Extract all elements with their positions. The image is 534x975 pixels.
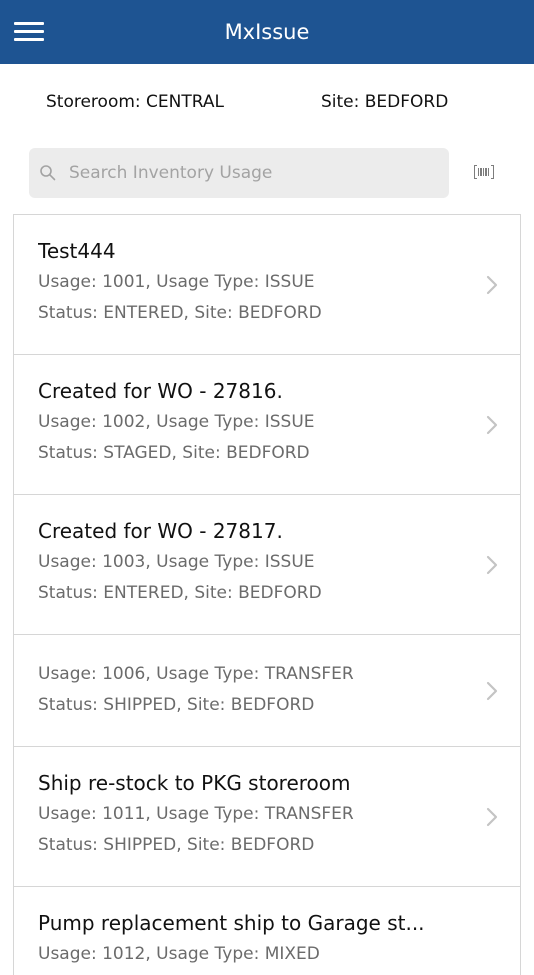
app-title: MxIssue	[224, 20, 310, 44]
item-status: Status: SHIPPED, Site: BEDFORD	[38, 695, 315, 715]
item-usage: Usage: 1003, Usage Type: ISSUE	[38, 552, 315, 572]
item-usage: Usage: 1011, Usage Type: TRANSFER	[38, 804, 354, 824]
item-title: Pump replacement ship to Garage st...	[38, 911, 425, 935]
item-usage: Usage: 1012, Usage Type: MIXED	[38, 944, 320, 964]
search-input[interactable]	[69, 148, 439, 198]
list-item[interactable]: Test444 Usage: 1001, Usage Type: ISSUE S…	[14, 215, 520, 355]
item-status: Status: SHIPPED, Site: BEDFORD	[38, 835, 315, 855]
item-status: Status: ENTERED, Site: BEDFORD	[38, 583, 322, 603]
list-item[interactable]: Pump replacement ship to Garage st... Us…	[14, 887, 520, 975]
chevron-right-icon	[486, 415, 498, 435]
list-item[interactable]: Ship re-stock to PKG storeroom Usage: 10…	[14, 747, 520, 887]
list-item[interactable]: Usage: 1006, Usage Type: TRANSFER Status…	[14, 635, 520, 747]
item-title: Ship re-stock to PKG storeroom	[38, 771, 351, 795]
item-title: Created for WO - 27817.	[38, 519, 283, 543]
item-usage: Usage: 1002, Usage Type: ISSUE	[38, 412, 315, 432]
inventory-usage-list: Test444 Usage: 1001, Usage Type: ISSUE S…	[13, 214, 521, 975]
top-navigation-bar: MxIssue	[0, 0, 534, 64]
item-status: Status: ENTERED, Site: BEDFORD	[38, 303, 322, 323]
storeroom-site-info: Storeroom: CENTRAL Site: BEDFORD	[0, 92, 534, 120]
list-item[interactable]: Created for WO - 27816. Usage: 1002, Usa…	[14, 355, 520, 495]
item-usage: Usage: 1006, Usage Type: TRANSFER	[38, 664, 354, 684]
search-bar[interactable]	[29, 148, 449, 198]
chevron-right-icon	[486, 807, 498, 827]
item-usage: Usage: 1001, Usage Type: ISSUE	[38, 272, 315, 292]
chevron-right-icon	[486, 681, 498, 701]
chevron-right-icon	[486, 555, 498, 575]
search-icon	[40, 165, 56, 181]
site-label: Site: BEDFORD	[321, 92, 449, 112]
list-item[interactable]: Created for WO - 27817. Usage: 1003, Usa…	[14, 495, 520, 635]
item-title: Created for WO - 27816.	[38, 379, 283, 403]
item-status: Status: STAGED, Site: BEDFORD	[38, 443, 310, 463]
item-title: Test444	[38, 239, 116, 263]
storeroom-label: Storeroom: CENTRAL	[46, 92, 224, 112]
chevron-right-icon	[486, 275, 498, 295]
barcode-scan-icon[interactable]	[474, 165, 494, 179]
